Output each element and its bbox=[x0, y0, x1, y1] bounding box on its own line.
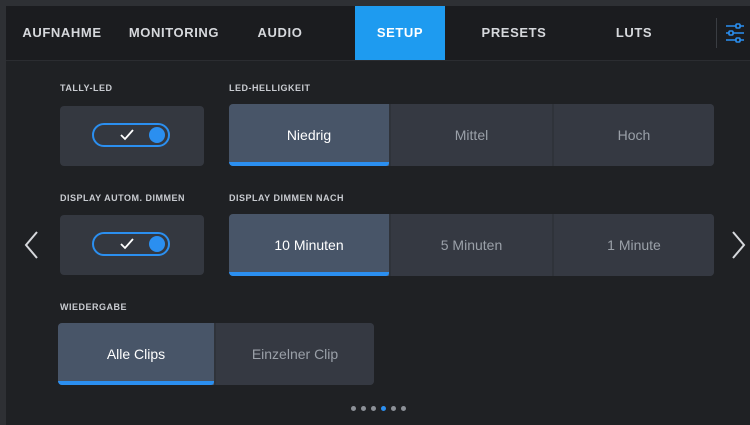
tab-aufnahme[interactable]: AUFNAHME bbox=[6, 6, 118, 60]
led-brightness-option-mittel[interactable]: Mittel bbox=[391, 104, 552, 166]
playback-option-single-clip[interactable]: Einzelner Clip bbox=[216, 323, 374, 385]
page-dot-active[interactable] bbox=[380, 406, 386, 411]
playback-label: WIEDERGABE bbox=[60, 302, 128, 312]
check-icon bbox=[120, 129, 134, 141]
dim-after-option-1-min[interactable]: 1 Minute bbox=[554, 214, 714, 276]
playback-option-all-clips[interactable]: Alle Clips bbox=[58, 323, 214, 385]
tab-setup[interactable]: SETUP bbox=[355, 6, 445, 60]
tab-presets[interactable]: PRESETS bbox=[464, 6, 564, 60]
led-brightness-option-niedrig[interactable]: Niedrig bbox=[229, 104, 389, 166]
chevron-right-icon[interactable] bbox=[728, 229, 748, 261]
dim-after-option-5-min[interactable]: 5 Minuten bbox=[391, 214, 552, 276]
dim-after-selector: 10 Minuten 5 Minuten 1 Minute bbox=[229, 214, 714, 276]
led-brightness-selector: Niedrig Mittel Hoch bbox=[229, 104, 714, 166]
chevron-left-icon[interactable] bbox=[22, 229, 42, 261]
tab-monitoring[interactable]: MONITORING bbox=[118, 6, 230, 60]
page-dot[interactable] bbox=[390, 406, 396, 411]
display-auto-dim-toggle[interactable] bbox=[92, 232, 170, 256]
tab-divider bbox=[716, 18, 717, 48]
dim-after-option-10-min[interactable]: 10 Minuten bbox=[229, 214, 389, 276]
tab-luts[interactable]: LUTS bbox=[584, 6, 684, 60]
page-dot[interactable] bbox=[360, 406, 366, 411]
sliders-icon[interactable] bbox=[724, 22, 746, 44]
setup-screen: AUFNAHME MONITORING AUDIO SETUP PRESETS … bbox=[6, 6, 750, 425]
page-dot[interactable] bbox=[370, 406, 376, 411]
led-brightness-label: LED-HELLIGKEIT bbox=[229, 83, 311, 93]
tab-audio[interactable]: AUDIO bbox=[230, 6, 330, 60]
toggle-knob bbox=[149, 127, 165, 143]
page-indicator bbox=[6, 406, 750, 414]
tally-led-toggle[interactable] bbox=[92, 123, 170, 147]
display-auto-dim-switch-box bbox=[60, 215, 204, 275]
tab-bar: AUFNAHME MONITORING AUDIO SETUP PRESETS … bbox=[6, 6, 750, 61]
tally-led-label: TALLY-LED bbox=[60, 83, 113, 93]
check-icon bbox=[120, 238, 134, 250]
page-dot[interactable] bbox=[400, 406, 406, 411]
dim-after-label: DISPLAY DIMMEN NACH bbox=[229, 193, 345, 203]
display-auto-dim-label: DISPLAY AUTOM. DIMMEN bbox=[60, 193, 186, 203]
tally-led-switch-box bbox=[60, 106, 204, 166]
toggle-knob bbox=[149, 236, 165, 252]
page-dot[interactable] bbox=[350, 406, 356, 411]
playback-selector: Alle Clips Einzelner Clip bbox=[58, 323, 374, 385]
led-brightness-option-hoch[interactable]: Hoch bbox=[554, 104, 714, 166]
